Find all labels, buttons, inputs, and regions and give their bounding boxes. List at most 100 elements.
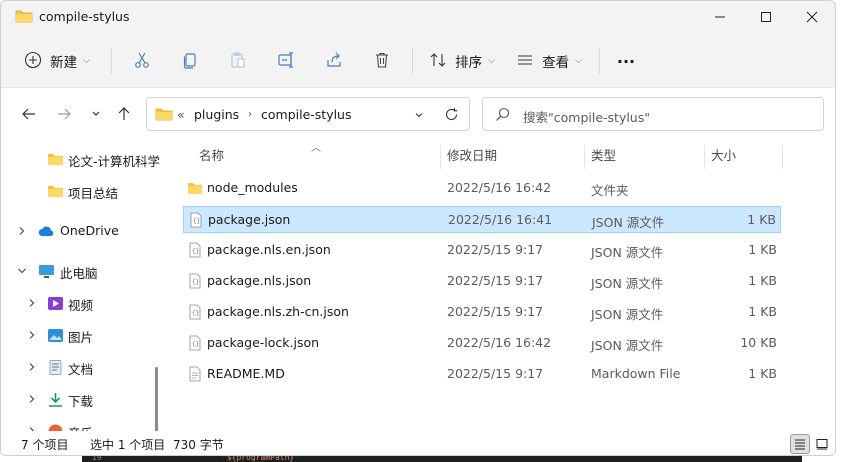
sidebar-item-documents[interactable]: 文档	[1, 352, 151, 382]
column-divider[interactable]	[782, 145, 783, 169]
recent-locations-button[interactable]	[82, 100, 110, 128]
selection-count: 选中 1 个项目	[90, 438, 166, 452]
svg-text:{}: {}	[192, 341, 199, 348]
view-button[interactable]: 查看 ⌵	[505, 43, 593, 79]
refresh-icon[interactable]	[444, 107, 459, 122]
file-row[interactable]: {} package.nls.json 2022/5/15 9:17 JSON …	[183, 268, 781, 295]
file-size: 1 KB	[748, 273, 777, 288]
new-button[interactable]: 新建 ⌵	[9, 43, 105, 79]
folder-icon	[48, 154, 63, 165]
sidebar-item-project-summary[interactable]: 项目总结	[1, 176, 151, 206]
file-row[interactable]: {} package.nls.zh-cn.json 2022/5/15 9:17…	[183, 299, 781, 326]
column-header-type[interactable]: 类型	[591, 145, 616, 173]
breadcrumb-separator-icon: ›	[248, 109, 252, 120]
json-file-icon: {}	[190, 212, 202, 228]
trash-icon	[373, 51, 391, 72]
file-date: 2022/5/16 16:41	[448, 212, 553, 227]
sidebar-item-downloads[interactable]: 下载	[1, 384, 151, 414]
search-input[interactable]: 搜索"compile-stylus"	[482, 97, 824, 131]
share-button[interactable]	[310, 43, 358, 79]
file-name: package.nls.json	[207, 273, 312, 288]
chevron-right-icon[interactable]	[27, 394, 37, 404]
file-name: README.MD	[207, 366, 285, 381]
tiles-view-button[interactable]	[812, 434, 832, 454]
sidebar-item-pictures[interactable]: 图片	[1, 320, 151, 350]
toolbar-divider	[412, 48, 413, 74]
monitor-icon	[39, 265, 54, 278]
selection-size: 730 字节	[173, 438, 224, 452]
file-date: 2022/5/15 9:17	[447, 273, 544, 288]
cloud-icon	[38, 226, 54, 236]
sidebar-item-this-pc[interactable]: 此电脑	[1, 256, 151, 286]
column-divider[interactable]	[584, 145, 585, 169]
sidebar-item-onedrive[interactable]: OneDrive	[1, 216, 151, 246]
sidebar-item-papers[interactable]: 论文-计算机科学	[1, 144, 160, 174]
sort-icon	[429, 51, 447, 72]
details-view-button[interactable]	[790, 434, 810, 454]
chevron-right-icon[interactable]	[27, 330, 37, 340]
title-bar[interactable]: compile-stylus	[1, 1, 835, 33]
column-header-date[interactable]: 修改日期	[447, 145, 497, 173]
rename-button[interactable]	[262, 43, 310, 79]
copy-button[interactable]	[166, 43, 214, 79]
file-row[interactable]: README.MD 2022/5/15 9:17 Markdown File 1…	[183, 361, 781, 388]
file-name: package.nls.en.json	[207, 242, 331, 257]
column-divider[interactable]	[704, 145, 705, 169]
sidebar-item-label: 图片	[68, 330, 94, 345]
file-row[interactable]: {} package-lock.json 2022/5/16 16:42 JSO…	[183, 330, 781, 357]
minimize-icon	[715, 16, 725, 18]
chevron-right-icon[interactable]	[27, 298, 37, 308]
paste-button[interactable]	[214, 43, 262, 79]
chevron-right-icon[interactable]	[17, 226, 27, 236]
chevron-down-icon: ⌵	[575, 56, 582, 66]
breadcrumb-plugins[interactable]: plugins	[194, 107, 239, 122]
chevron-down-icon[interactable]	[17, 266, 27, 276]
chevron-down-icon[interactable]	[413, 109, 425, 121]
tiles-view-icon	[816, 439, 828, 450]
status-bar: 7 个项目 选中 1 个项目 730 字节	[1, 431, 835, 455]
close-icon	[806, 11, 818, 23]
json-file-icon: {}	[189, 335, 201, 351]
column-header-name[interactable]: 名称	[199, 145, 224, 173]
file-date: 2022/5/15 9:17	[447, 242, 544, 257]
command-bar: 新建 ⌵ 排序 ⌵ 查看 ⌵ ···	[9, 38, 835, 84]
plus-circle-icon	[24, 51, 42, 72]
chevron-down-icon: ⌵	[488, 56, 495, 66]
maximize-button[interactable]	[743, 1, 789, 33]
json-file-icon: {}	[189, 304, 201, 320]
sort-button[interactable]: 排序 ⌵	[419, 43, 505, 79]
forward-button[interactable]	[50, 100, 78, 128]
music-icon	[48, 424, 63, 431]
breadcrumb-overflow[interactable]: «	[177, 107, 185, 122]
sidebar-item-videos[interactable]: 视频	[1, 288, 151, 318]
up-button[interactable]	[110, 100, 138, 128]
toolbar-divider	[599, 48, 600, 74]
file-size: 1 KB	[748, 304, 777, 319]
sidebar-item-label: 下载	[68, 394, 94, 409]
navigation-pane: 论文-计算机科学 项目总结 OneDrive 此电脑 视频 图片 文档 下载	[1, 139, 161, 431]
minimize-button[interactable]	[697, 1, 743, 33]
chevron-right-icon[interactable]	[27, 362, 37, 372]
sidebar-item-label: 项目总结	[68, 186, 119, 201]
delete-button[interactable]	[358, 43, 406, 79]
file-list: ︿ 名称 修改日期 类型 大小 node_modules 2022/5/16 1…	[161, 139, 835, 431]
arrow-right-icon	[58, 108, 71, 120]
close-button[interactable]	[789, 1, 835, 33]
file-name: package.json	[208, 212, 291, 227]
file-row[interactable]: node_modules 2022/5/16 16:42 文件夹	[183, 175, 781, 202]
search-icon	[496, 107, 510, 121]
column-divider[interactable]	[440, 145, 441, 169]
sidebar-item-music[interactable]: 音乐	[1, 416, 151, 431]
more-options-button[interactable]: ···	[606, 43, 646, 79]
column-header-size[interactable]: 大小	[711, 145, 736, 173]
breadcrumb-compile-stylus[interactable]: compile-stylus	[261, 107, 352, 122]
chevron-down-icon: ⌵	[83, 56, 90, 66]
file-row-selected[interactable]: {} package.json 2022/5/16 16:41 JSON 源文件…	[183, 206, 781, 233]
documents-icon	[49, 360, 62, 375]
back-button[interactable]	[15, 100, 43, 128]
folder-icon	[48, 186, 63, 197]
sidebar-scrollbar[interactable]	[155, 367, 158, 431]
cut-button[interactable]	[118, 43, 166, 79]
address-bar[interactable]: « plugins › compile-stylus	[146, 97, 470, 131]
file-row[interactable]: {} package.nls.en.json 2022/5/15 9:17 JS…	[183, 237, 781, 264]
